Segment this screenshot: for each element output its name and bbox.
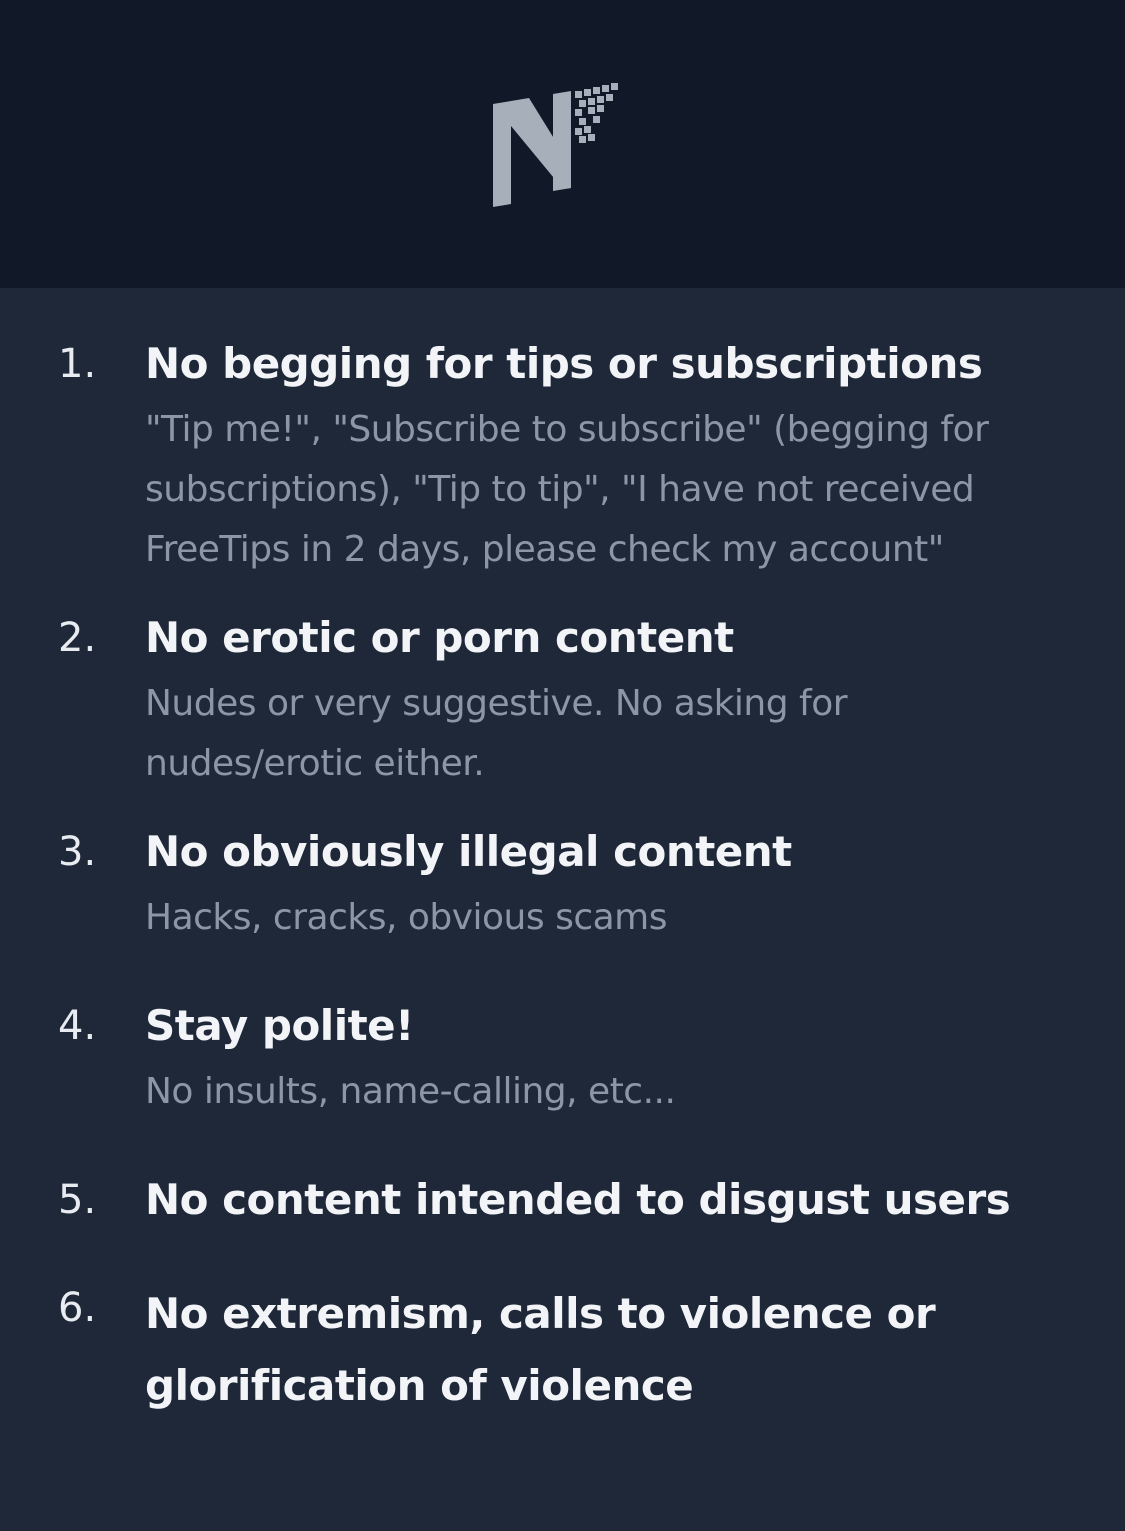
rule-item: 1. No begging for tips or subscriptions … xyxy=(0,334,1125,580)
rule-number: 6. xyxy=(58,1285,97,1331)
rule-body: No obviously illegal content Hacks, crac… xyxy=(145,822,1125,948)
header xyxy=(0,0,1125,288)
rule-description: "Tip me!", "Subscribe to subscribe" (beg… xyxy=(145,409,989,570)
rule-description: No insults, name-calling, etc... xyxy=(145,1071,676,1112)
rule-body: No content intended to disgust users xyxy=(145,1170,1125,1230)
rule-body: No begging for tips or subscriptions "Ti… xyxy=(145,334,1125,580)
rule-body: Stay polite! No insults, name-calling, e… xyxy=(145,996,1125,1122)
rules-list: 1. No begging for tips or subscriptions … xyxy=(0,288,1125,1422)
rule-title: No extremism, calls to violence or glori… xyxy=(145,1289,936,1410)
rule-body: No extremism, calls to violence or glori… xyxy=(145,1278,1125,1422)
rule-description: Nudes or very suggestive. No asking for … xyxy=(145,683,848,784)
rule-title: No erotic or porn content xyxy=(145,613,734,662)
rule-body: No erotic or porn content Nudes or very … xyxy=(145,608,1125,794)
rule-number: 2. xyxy=(58,615,97,661)
rule-title: Stay polite! xyxy=(145,1001,414,1050)
rule-item: 5. No content intended to disgust users xyxy=(0,1170,1125,1230)
rule-number: 4. xyxy=(58,1003,97,1049)
rule-description: Hacks, cracks, obvious scams xyxy=(145,897,668,938)
rule-item: 6. No extremism, calls to violence or gl… xyxy=(0,1278,1125,1422)
rule-title: No obviously illegal content xyxy=(145,827,792,876)
rule-number: 5. xyxy=(58,1177,97,1223)
rule-title: No content intended to disgust users xyxy=(145,1175,1011,1224)
rule-number: 1. xyxy=(58,341,97,387)
n-logo-icon xyxy=(492,83,618,207)
rule-item: 3. No obviously illegal content Hacks, c… xyxy=(0,822,1125,948)
rule-item: 2. No erotic or porn content Nudes or ve… xyxy=(0,608,1125,794)
rule-title: No begging for tips or subscriptions xyxy=(145,339,983,388)
rule-item: 4. Stay polite! No insults, name-calling… xyxy=(0,996,1125,1122)
rule-number: 3. xyxy=(58,829,97,875)
